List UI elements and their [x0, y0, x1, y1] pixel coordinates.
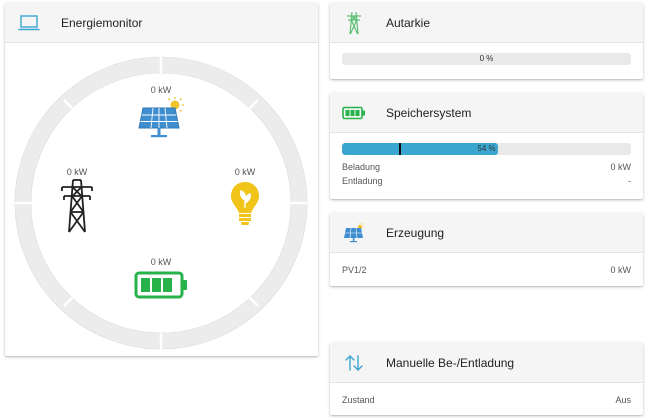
manual-charge-row-label: Zustand — [342, 395, 375, 405]
solar-node[interactable]: 0 kW — [131, 85, 191, 142]
grid-node[interactable]: 0 kW — [52, 167, 102, 236]
autarkie-progress-bar: 0 % — [342, 53, 631, 65]
generation-body: PV1/2 0 kW — [330, 253, 643, 285]
grid-value: 0 kW — [66, 167, 88, 177]
storage-row-label: Entladung — [342, 176, 383, 186]
energy-monitor-body: 0 kW 0 kW 0 kW 0 kW — [5, 43, 318, 356]
manual-charge-row-state[interactable]: Zustand Aus — [342, 393, 631, 407]
autarkie-title: Autarkie — [386, 15, 431, 30]
generation-row-value: 0 kW — [610, 265, 631, 275]
autarkie-body: 0 % — [330, 43, 643, 73]
energy-monitor-title: Energiemonitor — [61, 15, 143, 30]
solar-value: 0 kW — [150, 85, 172, 95]
storage-card: Speichersystem 54 % Beladung 0 kW Entlad… — [330, 93, 643, 199]
battery-value: 0 kW — [150, 257, 172, 267]
solar-panel-icon — [342, 221, 366, 245]
energy-monitor-header: Energiemonitor — [5, 3, 318, 43]
storage-row-discharge: Entladung - — [342, 174, 631, 188]
generation-header: Erzeugung — [330, 213, 643, 253]
solar-panel-icon — [135, 97, 187, 142]
manual-charge-row-value: Aus — [615, 395, 631, 405]
manual-charge-header: Manuelle Be-/Entladung — [330, 343, 643, 383]
generation-title: Erzeugung — [386, 225, 445, 240]
manual-charge-card: Manuelle Be-/Entladung Zustand Aus — [330, 343, 643, 415]
generation-card: Erzeugung PV1/2 0 kW — [330, 213, 643, 286]
storage-row-value: - — [628, 176, 631, 186]
power-tower-icon — [59, 179, 95, 236]
battery-icon — [133, 271, 189, 304]
autarkie-card: Autarkie 0 % — [330, 3, 643, 79]
energy-monitor-card: Energiemonitor 0 kW 0 kW 0 kW 0 kW — [5, 3, 318, 356]
autarkie-progress-label: 0 % — [479, 54, 494, 63]
storage-row-label: Beladung — [342, 162, 381, 172]
consumption-node[interactable]: 0 kW — [220, 167, 270, 232]
storage-header: Speichersystem — [330, 93, 643, 133]
manual-charge-title: Manuelle Be-/Entladung — [386, 355, 515, 370]
power-tower-icon — [342, 11, 366, 35]
battery-icon — [342, 101, 366, 125]
autarkie-header: Autarkie — [330, 3, 643, 43]
consumption-value: 0 kW — [234, 167, 256, 177]
up-down-arrows-icon — [342, 351, 366, 375]
generation-row-pv: PV1/2 0 kW — [342, 263, 631, 277]
laptop-icon — [17, 11, 41, 35]
storage-progress-label: 54 % — [477, 144, 496, 153]
storage-title: Speichersystem — [386, 105, 472, 120]
storage-progress-bar: 54 % — [342, 143, 631, 155]
storage-row-value: 0 kW — [610, 162, 631, 172]
manual-charge-body: Zustand Aus — [330, 383, 643, 415]
storage-row-charge: Beladung 0 kW — [342, 160, 631, 174]
generation-row-label: PV1/2 — [342, 265, 367, 275]
storage-body: 54 % Beladung 0 kW Entladung - — [330, 133, 643, 196]
battery-node[interactable]: 0 kW — [131, 257, 191, 304]
light-bulb-icon — [228, 182, 262, 232]
